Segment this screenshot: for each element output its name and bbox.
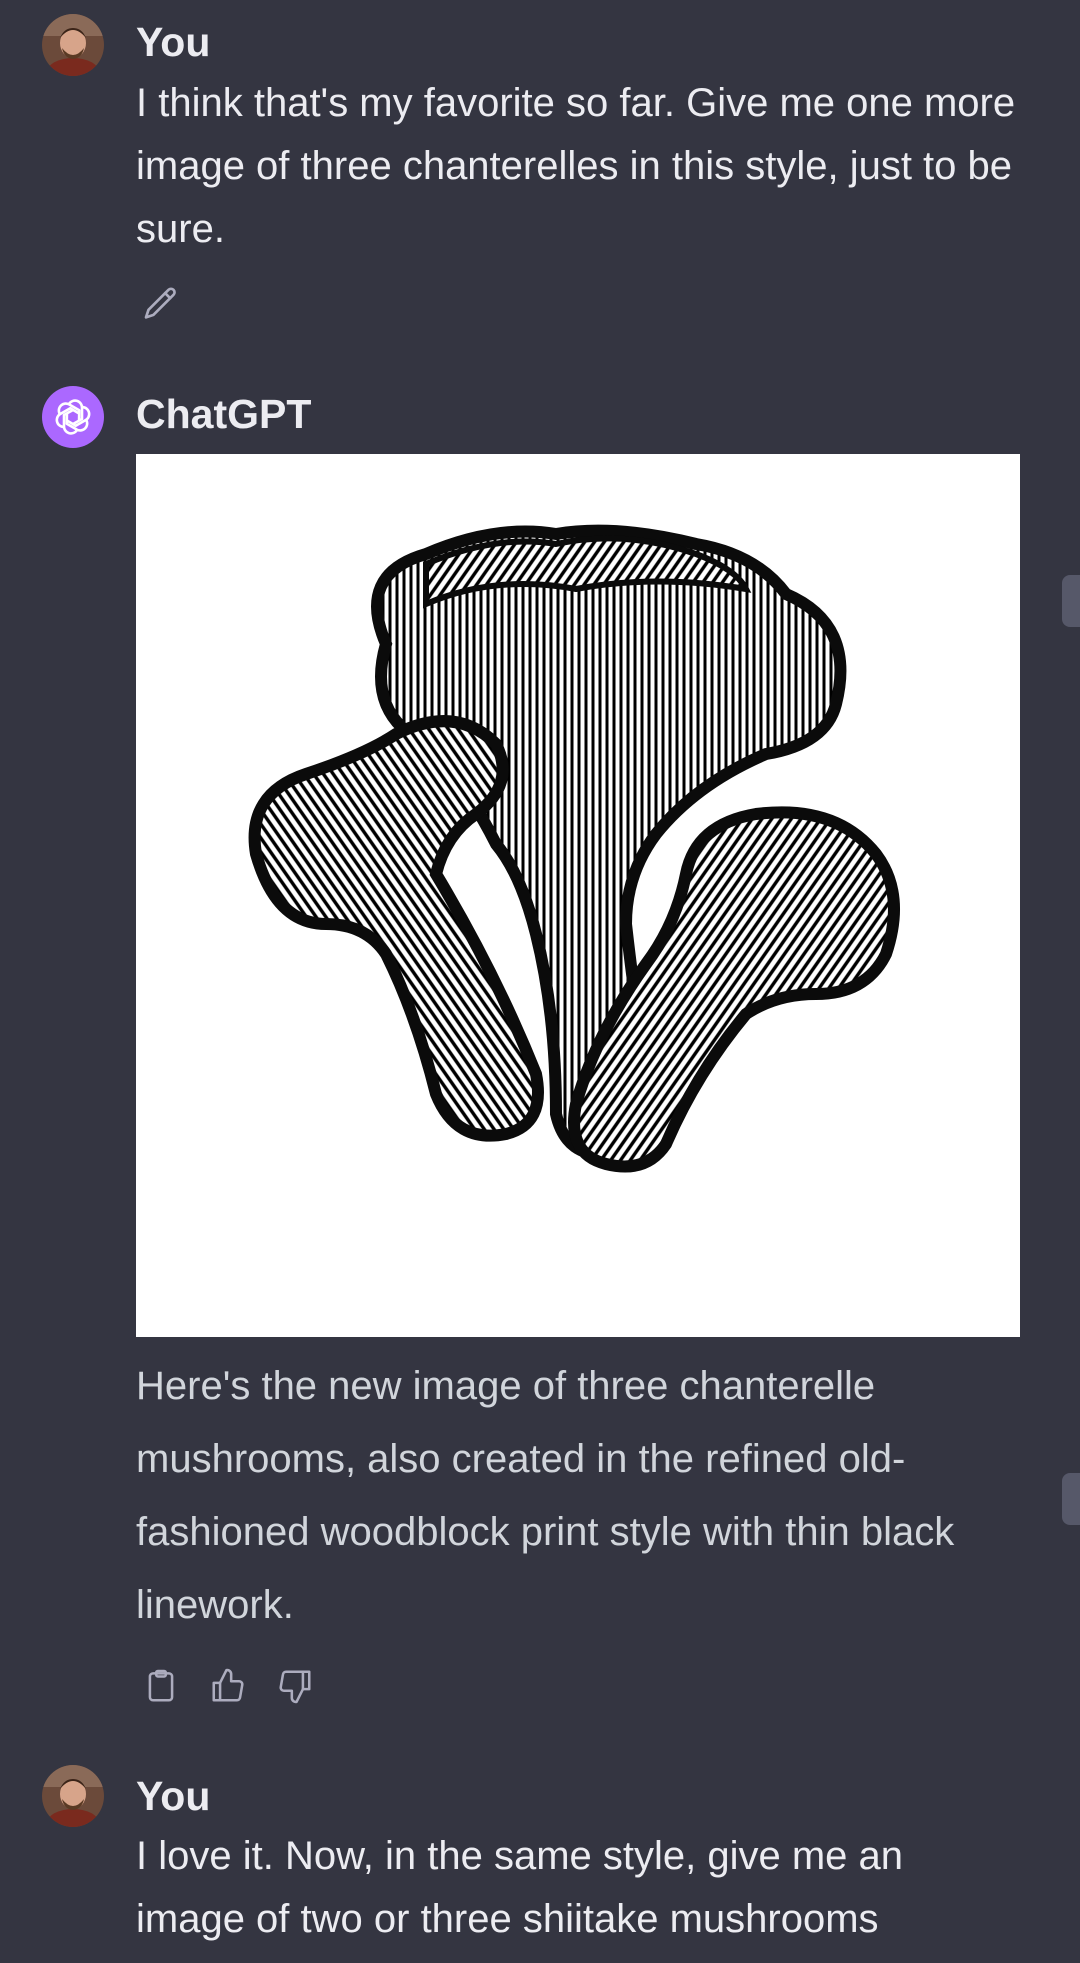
assistant-message: ChatGPT Here's the new image of three ch… bbox=[0, 0, 1080, 1740]
chanterelle-illustration bbox=[248, 524, 900, 1173]
thumbs-up-icon bbox=[212, 1668, 244, 1702]
message-author: You bbox=[136, 1773, 211, 1819]
clipboard-icon bbox=[148, 1669, 174, 1702]
message-text: Here's the new image of three chanterell… bbox=[136, 1364, 955, 1627]
thumbs-up-button[interactable] bbox=[203, 1661, 253, 1711]
user-message: You I love it. Now, in the same style, g… bbox=[0, 1740, 1080, 1963]
thumbs-down-button[interactable] bbox=[270, 1661, 320, 1711]
chatgpt-avatar bbox=[42, 386, 104, 448]
copy-button[interactable] bbox=[136, 1661, 186, 1711]
user-avatar bbox=[42, 1765, 104, 1827]
generated-image[interactable] bbox=[136, 454, 1020, 1337]
openai-logo-icon bbox=[55, 399, 91, 435]
thumbs-down-icon bbox=[279, 1670, 311, 1704]
message-text: I love it. Now, in the same style, give … bbox=[136, 1834, 904, 1941]
message-author: ChatGPT bbox=[136, 391, 312, 437]
scrollbar-handle[interactable] bbox=[1062, 575, 1080, 627]
scrollbar-handle[interactable] bbox=[1062, 1473, 1080, 1525]
